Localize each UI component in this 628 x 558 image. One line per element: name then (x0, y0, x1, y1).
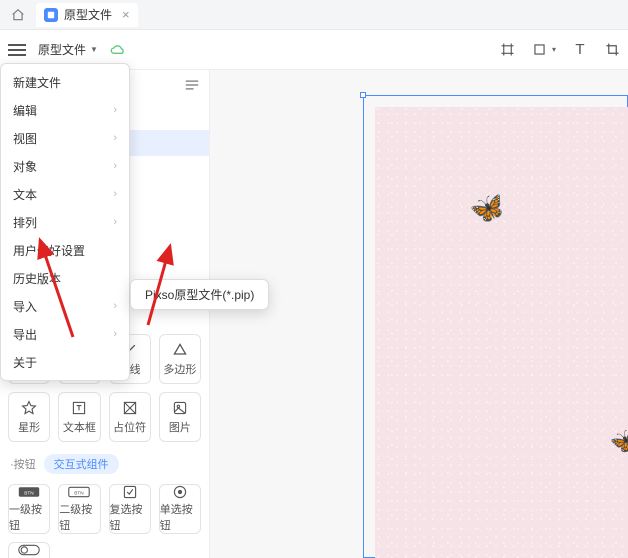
sync-status-icon[interactable] (110, 44, 126, 56)
svg-text:BTN: BTN (24, 490, 34, 495)
chevron-right-icon: › (113, 328, 117, 340)
menu-item-10[interactable]: 关于 (1, 348, 129, 376)
frame-tool[interactable] (500, 42, 516, 58)
crop-tool[interactable] (604, 42, 620, 58)
chevron-right-icon: › (113, 160, 117, 172)
tool-polygon[interactable]: 多边形 (159, 334, 201, 384)
texture (375, 107, 628, 558)
chevron-down-icon[interactable]: ▾ (552, 45, 556, 54)
tool-checkbox[interactable]: 复选按钮 (109, 484, 151, 534)
document-tab[interactable]: 原型文件 × (36, 3, 138, 27)
menu-item-label: 编辑 (13, 102, 37, 119)
menu-item-0[interactable]: 新建文件 (1, 68, 129, 96)
menu-item-label: 视图 (13, 130, 37, 147)
chip-interactive[interactable]: 交互式组件 (44, 454, 119, 474)
canvas[interactable]: 🦋 🦋 (210, 70, 628, 558)
menu-item-label: 关于 (13, 354, 37, 371)
resize-handle-tl[interactable] (360, 92, 366, 98)
chip-button[interactable]: ·按钮 (10, 456, 36, 472)
menu-item-label: 对象 (13, 158, 37, 175)
tool-placeholder[interactable]: 占位符 (109, 392, 151, 442)
tool-secondary-button[interactable]: BTN 二级按钮 (58, 484, 100, 534)
tool-primary-button[interactable]: BTN 一级按钮 (8, 484, 50, 534)
image-layer[interactable]: 🦋 🦋 (375, 107, 628, 558)
menu-item-label: 文本 (13, 186, 37, 203)
menu-item-3[interactable]: 对象 › (1, 152, 129, 180)
chevron-right-icon: › (113, 300, 117, 312)
text-tool[interactable]: T (572, 42, 588, 58)
chevron-right-icon: › (113, 216, 117, 228)
chevron-down-icon: ▼ (90, 45, 98, 54)
menu-item-2[interactable]: 视图 › (1, 124, 129, 152)
close-icon[interactable]: × (122, 7, 130, 22)
chevron-right-icon: › (113, 188, 117, 200)
chevron-right-icon: › (113, 104, 117, 116)
tool-radio[interactable]: 单选按钮 (159, 484, 201, 534)
annotation-arrow (140, 240, 190, 330)
menu-item-label: 排列 (13, 214, 37, 231)
menu-item-label: 新建文件 (13, 74, 61, 91)
home-button[interactable] (4, 3, 32, 27)
file-dropdown[interactable]: 原型文件 ▼ (34, 39, 102, 60)
chip-row: ·按钮 交互式组件 (8, 450, 201, 484)
shape-tool[interactable] (532, 42, 548, 58)
menu-item-1[interactable]: 编辑 › (1, 96, 129, 124)
svg-text:BTN: BTN (75, 490, 85, 495)
tool-star[interactable]: 星形 (8, 392, 50, 442)
tool-switch[interactable]: 开关按钮 (8, 542, 50, 558)
chevron-right-icon: › (113, 132, 117, 144)
tool-textbox[interactable]: 文本框 (58, 392, 100, 442)
file-label: 原型文件 (38, 41, 86, 58)
menu-button[interactable] (8, 44, 26, 56)
tab-title: 原型文件 (64, 6, 112, 23)
titlebar: 原型文件 × (0, 0, 628, 30)
annotation-arrow (28, 232, 88, 342)
menu-item-4[interactable]: 文本 › (1, 180, 129, 208)
tool-image[interactable]: 图片 (159, 392, 201, 442)
document-icon (44, 8, 58, 22)
